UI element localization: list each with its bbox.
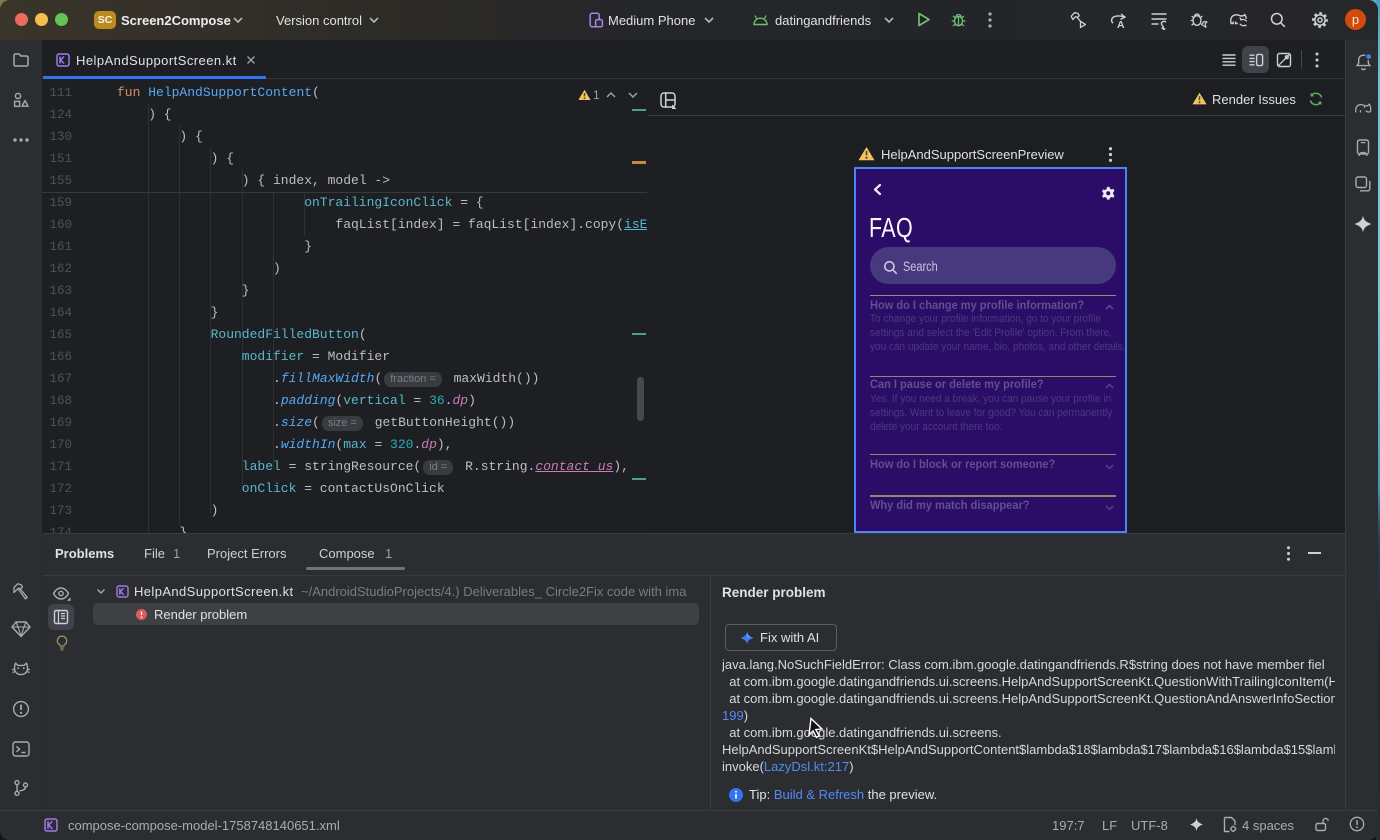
svg-text:A: A [1117, 19, 1125, 30]
